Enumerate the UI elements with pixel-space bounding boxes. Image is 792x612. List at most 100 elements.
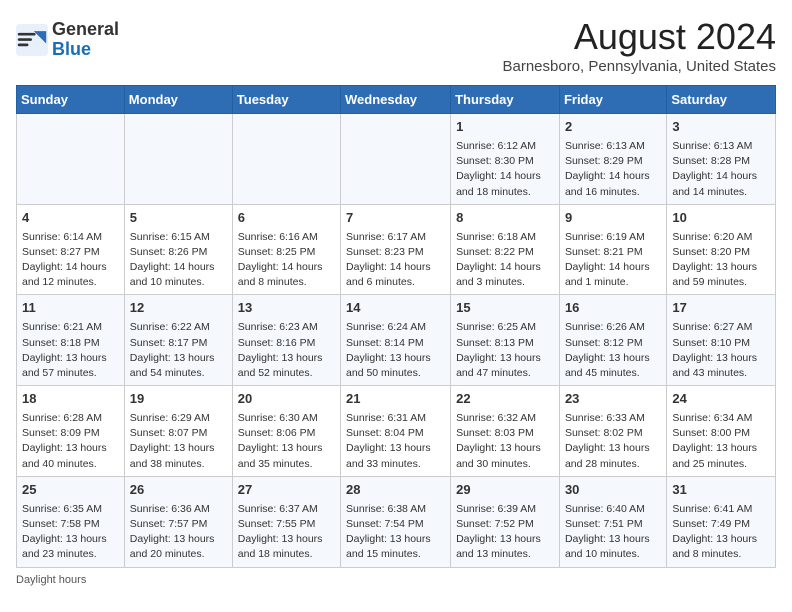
calendar-header-monday: Monday <box>124 86 232 114</box>
calendar-cell: 31Sunrise: 6:41 AM Sunset: 7:49 PM Dayli… <box>667 476 776 567</box>
calendar-cell <box>17 114 125 205</box>
day-number: 4 <box>22 209 119 228</box>
day-info: Sunrise: 6:34 AM Sunset: 8:00 PM Dayligh… <box>672 411 770 472</box>
calendar-cell: 15 Sunrise: 6:25 AM Sunset: 8:13 PM Dayli… <box>451 295 560 386</box>
day-info: Sunrise: 6:15 AM Sunset: 8:26 PM Dayligh… <box>130 230 227 291</box>
day-number: 6 <box>238 209 335 228</box>
calendar-week-row: 4 Sunrise: 6:14 AM Sunset: 8:27 PM Daylig… <box>17 204 776 295</box>
calendar-header-saturday: Saturday <box>667 86 776 114</box>
day-info: Sunrise: 6:13 AM Sunset: 8:28 PM Dayligh… <box>672 139 770 200</box>
day-number: 13 <box>238 299 335 318</box>
calendar-cell: 13 Sunrise: 6:23 AM Sunset: 8:16 PM Dayli… <box>232 295 340 386</box>
day-info: Sunrise: 6:37 AM Sunset: 7:55 PM Dayligh… <box>238 502 335 563</box>
calendar-cell: 21Sunrise: 6:31 AM Sunset: 8:04 PM Dayli… <box>341 386 451 477</box>
main-title: August 2024 <box>503 16 777 58</box>
day-info: Sunrise: 6:18 AM Sunset: 8:22 PM Dayligh… <box>456 230 554 291</box>
day-info: Sunrise: 6:35 AM Sunset: 7:58 PM Dayligh… <box>22 502 119 563</box>
calendar-cell: 4 Sunrise: 6:14 AM Sunset: 8:27 PM Daylig… <box>17 204 125 295</box>
day-number: 2 <box>565 118 661 137</box>
day-info: Sunrise: 6:14 AM Sunset: 8:27 PM Dayligh… <box>22 230 119 291</box>
calendar-cell: 25 Sunrise: 6:35 AM Sunset: 7:58 PM Dayli… <box>17 476 125 567</box>
day-info: Sunrise: 6:40 AM Sunset: 7:51 PM Dayligh… <box>565 502 661 563</box>
day-info: Sunrise: 6:23 AM Sunset: 8:16 PM Dayligh… <box>238 320 335 381</box>
calendar-header-tuesday: Tuesday <box>232 86 340 114</box>
calendar-week-row: 11 Sunrise: 6:21 AM Sunset: 8:18 PM Dayli… <box>17 295 776 386</box>
calendar-week-row: 25 Sunrise: 6:35 AM Sunset: 7:58 PM Dayli… <box>17 476 776 567</box>
day-info: Sunrise: 6:25 AM Sunset: 8:13 PM Dayligh… <box>456 320 554 381</box>
day-info: Sunrise: 6:32 AM Sunset: 8:03 PM Dayligh… <box>456 411 554 472</box>
day-info: Sunrise: 6:13 AM Sunset: 8:29 PM Dayligh… <box>565 139 661 200</box>
day-number: 11 <box>22 299 119 318</box>
calendar-cell: 8 Sunrise: 6:18 AM Sunset: 8:22 PM Daylig… <box>451 204 560 295</box>
calendar-cell: 30 Sunrise: 6:40 AM Sunset: 7:51 PM Dayli… <box>559 476 666 567</box>
calendar-cell: 12 Sunrise: 6:22 AM Sunset: 8:17 PM Dayli… <box>124 295 232 386</box>
calendar-cell: 16Sunrise: 6:26 AM Sunset: 8:12 PM Dayli… <box>559 295 666 386</box>
calendar-cell: 17 Sunrise: 6:27 AM Sunset: 8:10 PM Dayli… <box>667 295 776 386</box>
day-number: 22 <box>456 390 554 409</box>
calendar-header-wednesday: Wednesday <box>341 86 451 114</box>
calendar-week-row: 18 Sunrise: 6:28 AM Sunset: 8:09 PM Dayli… <box>17 386 776 477</box>
calendar-cell <box>124 114 232 205</box>
day-number: 24 <box>672 390 770 409</box>
calendar-header-friday: Friday <box>559 86 666 114</box>
day-number: 15 <box>456 299 554 318</box>
day-info: Sunrise: 6:17 AM Sunset: 8:23 PM Dayligh… <box>346 230 445 291</box>
calendar-cell: 27Sunrise: 6:37 AM Sunset: 7:55 PM Dayli… <box>232 476 340 567</box>
day-info: Sunrise: 6:24 AM Sunset: 8:14 PM Dayligh… <box>346 320 445 381</box>
day-info: Sunrise: 6:26 AM Sunset: 8:12 PM Dayligh… <box>565 320 661 381</box>
day-info: Sunrise: 6:33 AM Sunset: 8:02 PM Dayligh… <box>565 411 661 472</box>
calendar-cell: 29Sunrise: 6:39 AM Sunset: 7:52 PM Dayli… <box>451 476 560 567</box>
day-info: Sunrise: 6:27 AM Sunset: 8:10 PM Dayligh… <box>672 320 770 381</box>
day-number: 1 <box>456 118 554 137</box>
day-number: 31 <box>672 481 770 500</box>
footer-note: Daylight hours <box>16 574 776 586</box>
day-number: 12 <box>130 299 227 318</box>
calendar-cell <box>232 114 340 205</box>
day-info: Sunrise: 6:19 AM Sunset: 8:21 PM Dayligh… <box>565 230 661 291</box>
day-info: Sunrise: 6:21 AM Sunset: 8:18 PM Dayligh… <box>22 320 119 381</box>
day-number: 7 <box>346 209 445 228</box>
day-number: 8 <box>456 209 554 228</box>
logo-icon <box>16 24 48 56</box>
logo-blue: Blue <box>52 40 119 60</box>
calendar-cell: 9 Sunrise: 6:19 AM Sunset: 8:21 PM Daylig… <box>559 204 666 295</box>
day-info: Sunrise: 6:36 AM Sunset: 7:57 PM Dayligh… <box>130 502 227 563</box>
day-number: 20 <box>238 390 335 409</box>
day-number: 10 <box>672 209 770 228</box>
calendar-cell: 3 Sunrise: 6:13 AM Sunset: 8:28 PM Daylig… <box>667 114 776 205</box>
day-info: Sunrise: 6:12 AM Sunset: 8:30 PM Dayligh… <box>456 139 554 200</box>
calendar-cell: 6 Sunrise: 6:16 AM Sunset: 8:25 PM Daylig… <box>232 204 340 295</box>
day-info: Sunrise: 6:16 AM Sunset: 8:25 PM Dayligh… <box>238 230 335 291</box>
day-number: 17 <box>672 299 770 318</box>
calendar-cell: 23Sunrise: 6:33 AM Sunset: 8:02 PM Dayli… <box>559 386 666 477</box>
day-info: Sunrise: 6:30 AM Sunset: 8:06 PM Dayligh… <box>238 411 335 472</box>
day-number: 3 <box>672 118 770 137</box>
calendar-header-thursday: Thursday <box>451 86 560 114</box>
calendar-cell: 19 Sunrise: 6:29 AM Sunset: 8:07 PM Dayli… <box>124 386 232 477</box>
calendar-cell: 28 Sunrise: 6:38 AM Sunset: 7:54 PM Dayli… <box>341 476 451 567</box>
day-info: Sunrise: 6:29 AM Sunset: 8:07 PM Dayligh… <box>130 411 227 472</box>
day-number: 18 <box>22 390 119 409</box>
day-number: 25 <box>22 481 119 500</box>
day-number: 28 <box>346 481 445 500</box>
day-number: 9 <box>565 209 661 228</box>
day-number: 30 <box>565 481 661 500</box>
calendar-cell: 2 Sunrise: 6:13 AM Sunset: 8:29 PM Daylig… <box>559 114 666 205</box>
day-info: Sunrise: 6:20 AM Sunset: 8:20 PM Dayligh… <box>672 230 770 291</box>
day-info: Sunrise: 6:31 AM Sunset: 8:04 PM Dayligh… <box>346 411 445 472</box>
day-info: Sunrise: 6:39 AM Sunset: 7:52 PM Dayligh… <box>456 502 554 563</box>
calendar-cell: 1 Sunrise: 6:12 AM Sunset: 8:30 PM Daylig… <box>451 114 560 205</box>
calendar-cell: 14 Sunrise: 6:24 AM Sunset: 8:14 PM Dayli… <box>341 295 451 386</box>
day-info: Sunrise: 6:28 AM Sunset: 8:09 PM Dayligh… <box>22 411 119 472</box>
day-info: Sunrise: 6:38 AM Sunset: 7:54 PM Dayligh… <box>346 502 445 563</box>
day-number: 14 <box>346 299 445 318</box>
day-number: 26 <box>130 481 227 500</box>
calendar-cell: 10 Sunrise: 6:20 AM Sunset: 8:20 PM Dayli… <box>667 204 776 295</box>
day-info: Sunrise: 6:22 AM Sunset: 8:17 PM Dayligh… <box>130 320 227 381</box>
calendar-table: SundayMondayTuesdayWednesdayThursdayFrid… <box>16 85 776 568</box>
logo-general: General <box>52 20 119 40</box>
calendar-week-row: 1 Sunrise: 6:12 AM Sunset: 8:30 PM Daylig… <box>17 114 776 205</box>
calendar-cell: 22 Sunrise: 6:32 AM Sunset: 8:03 PM Dayli… <box>451 386 560 477</box>
calendar-cell: 18 Sunrise: 6:28 AM Sunset: 8:09 PM Dayli… <box>17 386 125 477</box>
day-number: 19 <box>130 390 227 409</box>
